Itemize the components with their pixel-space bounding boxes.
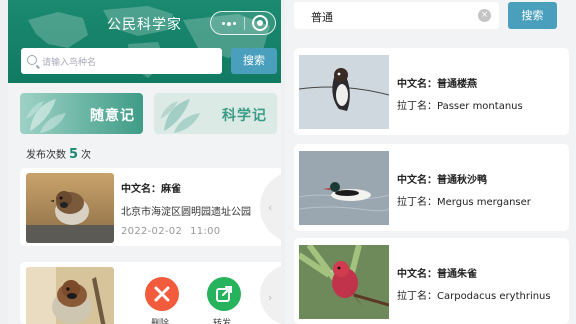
more-menu-icon[interactable]	[219, 12, 239, 34]
sparrow-photo	[26, 267, 114, 324]
clear-search-icon[interactable]: ×	[478, 9, 491, 22]
rosefinch-photo	[299, 245, 389, 319]
search-button[interactable]: 搜索	[508, 2, 557, 29]
result-item[interactable]: 中文名：普通朱雀 拉丁名：Carpodacus erythrinus	[294, 238, 569, 324]
chevron-left-icon: ‹	[268, 201, 273, 214]
search-results-panel: 普通 × 搜索 中文名：普通楼燕 拉丁名：Passer montanus 中文名…	[285, 0, 576, 324]
record-time: 11:00	[190, 226, 221, 237]
result-latin-name: 拉丁名：Passer montanus	[397, 101, 523, 112]
swipe-handle[interactable]: ›	[260, 265, 281, 324]
science-record-card[interactable]: 科学记	[154, 93, 277, 134]
merganser-photo	[299, 151, 389, 225]
delete-button[interactable]	[145, 277, 179, 311]
result-chinese-name: 中文名：普通楼燕	[397, 79, 477, 90]
result-item[interactable]: 中文名：普通秋沙鸭 拉丁名：Mergus merganser	[294, 144, 569, 231]
close-miniprogram-icon[interactable]	[252, 15, 268, 31]
publish-count-value: 5	[69, 147, 79, 162]
delete-label: 删除	[151, 319, 170, 324]
capsule-divider	[244, 17, 245, 30]
result-chinese-name: 中文名：普通秋沙鸭	[397, 175, 487, 186]
publish-count-suffix: 次	[81, 150, 92, 161]
share-label: 转发	[213, 319, 232, 324]
miniprogram-capsule	[210, 11, 276, 35]
screen: 公民科学家 请输入鸟种名 搜索 随意记 科学记 发布次数 5 次 中文名：麻雀 …	[0, 0, 576, 324]
leaf-decoration-icon	[26, 99, 66, 133]
swipe-handle[interactable]: ‹	[260, 171, 281, 243]
publish-count: 发布次数 5 次	[26, 146, 91, 162]
casual-record-label: 随意记	[90, 108, 135, 124]
record-species-name: 中文名：麻雀	[121, 184, 181, 195]
close-icon	[154, 286, 170, 302]
casual-record-card[interactable]: 随意记	[20, 93, 143, 134]
chevron-right-icon: ›	[268, 291, 273, 304]
home-panel: 公民科学家 请输入鸟种名 搜索 随意记 科学记 发布次数 5 次 中文名：麻雀 …	[8, 0, 281, 324]
result-latin-name: 拉丁名：Carpodacus erythrinus	[397, 291, 551, 302]
search-placeholder: 请输入鸟种名	[42, 58, 97, 68]
swift-photo	[299, 55, 389, 129]
result-latin-name: 拉丁名：Mergus merganser	[397, 197, 531, 208]
record-item[interactable]: 中文名：麻雀 北京市海淀区圆明园遗址公园 2022-02-02 11:00 ‹	[20, 168, 281, 246]
record-date: 2022-02-02	[121, 226, 183, 237]
publish-count-prefix: 发布次数	[26, 150, 66, 161]
share-icon	[216, 286, 232, 302]
science-record-label: 科学记	[222, 108, 267, 124]
search-icon	[27, 55, 37, 65]
share-button[interactable]	[207, 277, 241, 311]
species-search-input[interactable]: 普通 ×	[294, 2, 499, 29]
sparrow-photo	[26, 173, 114, 243]
record-location: 北京市海淀区圆明园遗址公园	[121, 207, 251, 218]
result-chinese-name: 中文名：普通朱雀	[397, 269, 477, 280]
species-search-input[interactable]: 请输入鸟种名	[21, 48, 222, 74]
leaf-decoration-icon	[160, 99, 200, 133]
record-datetime: 2022-02-02 11:00	[121, 226, 220, 237]
search-query: 普通	[311, 11, 333, 24]
search-button[interactable]: 搜索	[231, 48, 277, 74]
result-item[interactable]: 中文名：普通楼燕 拉丁名：Passer montanus	[294, 48, 569, 135]
